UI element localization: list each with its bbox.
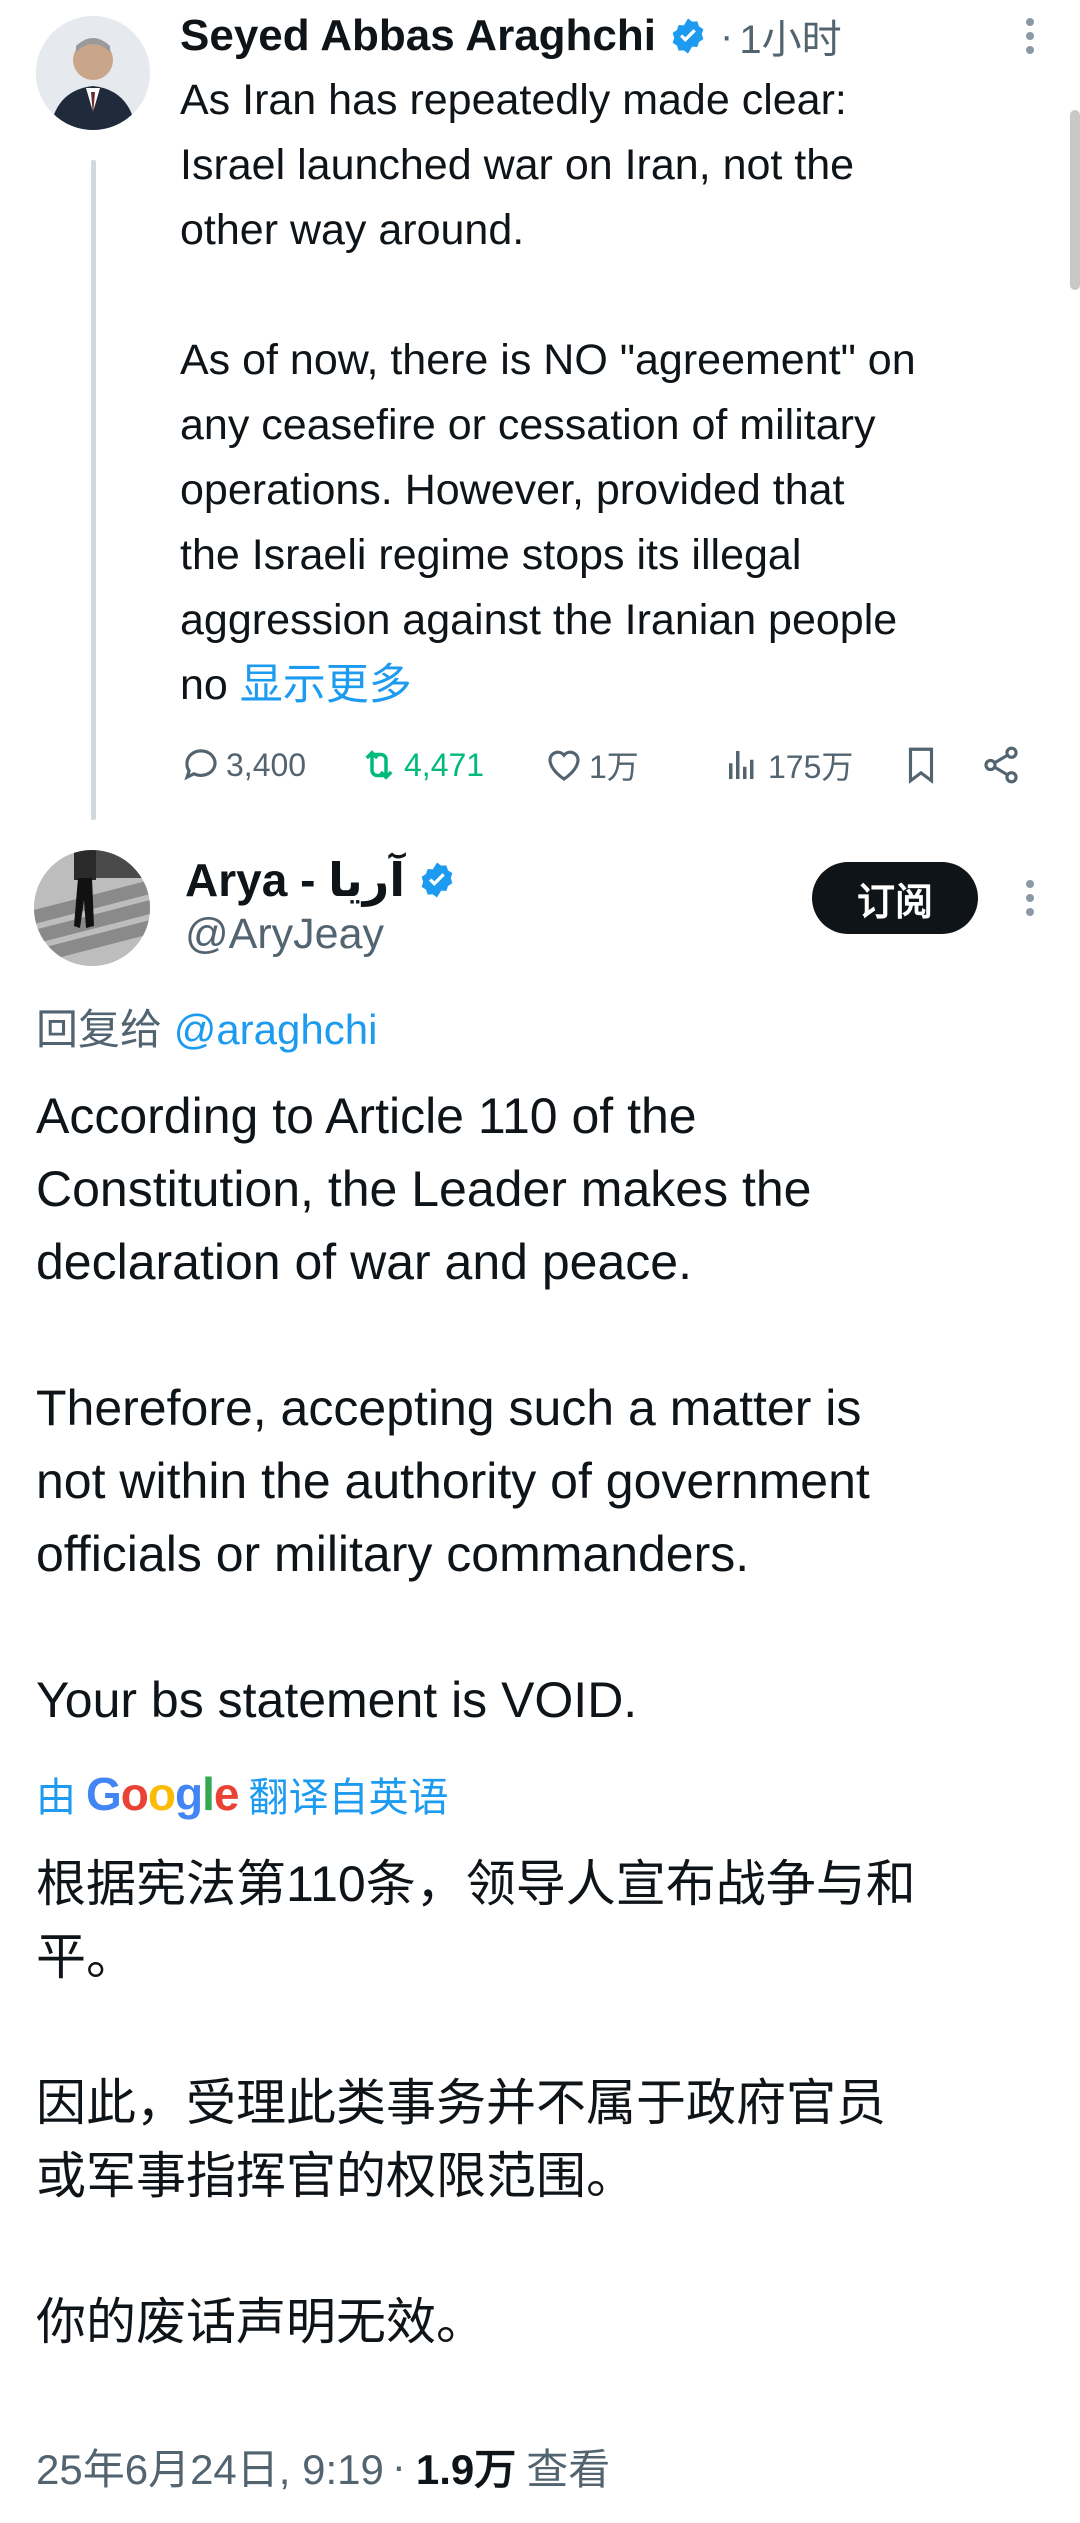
replying-to: 回复给 @araghchi (36, 996, 377, 1057)
verified-badge-icon (421, 862, 453, 898)
bookmark-button[interactable] (900, 735, 946, 795)
tweet-meta: 25年6月24日, 9:19 · 1.9万 查看 (36, 2436, 610, 2496)
translated-tweet-text: 根据宪法第110条，领导人宣布战争与和 平。 因此，受理此类事务并不属于政府官员… (36, 1856, 916, 2350)
avatar[interactable] (34, 850, 150, 966)
reply-button[interactable]: 3,400 (180, 735, 306, 795)
reply-prefix: 回复给 (36, 1006, 163, 1053)
views-button[interactable]: 175万 (722, 735, 853, 795)
tweet-timestamp[interactable]: 25年6月24日, 9:19 (36, 2436, 384, 2497)
views-count: 175万 (768, 749, 854, 785)
retweet-count: 4,471 (404, 746, 485, 783)
tweet-text: As Iran has repeatedly made clear: Israe… (180, 76, 916, 709)
author-name[interactable]: Seyed Abbas Araghchi (180, 11, 656, 61)
reply-mention-link[interactable]: @araghchi (174, 1006, 378, 1053)
reply-count: 3,400 (226, 746, 307, 783)
separator-dot: · (391, 2442, 406, 2489)
tweet-time[interactable]: 1小时 (739, 7, 841, 65)
like-button[interactable]: 1万 (543, 735, 639, 795)
views-label: 查看 (526, 2445, 611, 2493)
more-options-icon[interactable] (1024, 878, 1036, 918)
tweet1-header: Seyed Abbas Araghchi · 1小时 (180, 6, 842, 66)
translation-attribution[interactable]: 由 Google 翻译自英语 (36, 1764, 448, 1824)
heart-icon (548, 750, 580, 781)
separator-dot: · (720, 13, 734, 58)
verified-badge-icon (672, 18, 704, 54)
retweet-button[interactable]: 4,471 (358, 735, 484, 795)
views-chart-icon (729, 751, 754, 779)
views-count: 1.9万 (415, 2445, 517, 2493)
thread-connector-line (91, 160, 96, 820)
scrollbar[interactable] (1070, 110, 1080, 290)
bookmark-icon (908, 747, 934, 784)
translate-prefix: 由 (36, 1776, 76, 1820)
author-handle[interactable]: @AryJeay (185, 910, 384, 959)
retweet-icon (365, 750, 393, 780)
translate-suffix: 翻译自英语 (248, 1776, 449, 1820)
tweet2-header: Arya - آریا (185, 850, 457, 910)
reply-icon (184, 749, 217, 781)
more-options-icon[interactable] (1024, 16, 1036, 56)
share-button[interactable] (980, 735, 1026, 795)
google-logo: Google (86, 1768, 239, 1820)
tweet-text: According to Article 110 of the Constitu… (36, 1088, 870, 1728)
avatar[interactable] (36, 16, 150, 130)
show-more-link[interactable]: 显示更多 (240, 661, 412, 709)
tweet-body: As Iran has repeatedly made clear: Israe… (180, 68, 1060, 718)
like-count: 1万 (589, 749, 639, 785)
tweet-actions: 3,400 4,471 1万 175万 (180, 735, 1040, 795)
subscribe-button[interactable]: 订阅 (812, 862, 978, 934)
share-icon (984, 746, 1018, 784)
author-name[interactable]: Arya - آریا (185, 853, 405, 907)
